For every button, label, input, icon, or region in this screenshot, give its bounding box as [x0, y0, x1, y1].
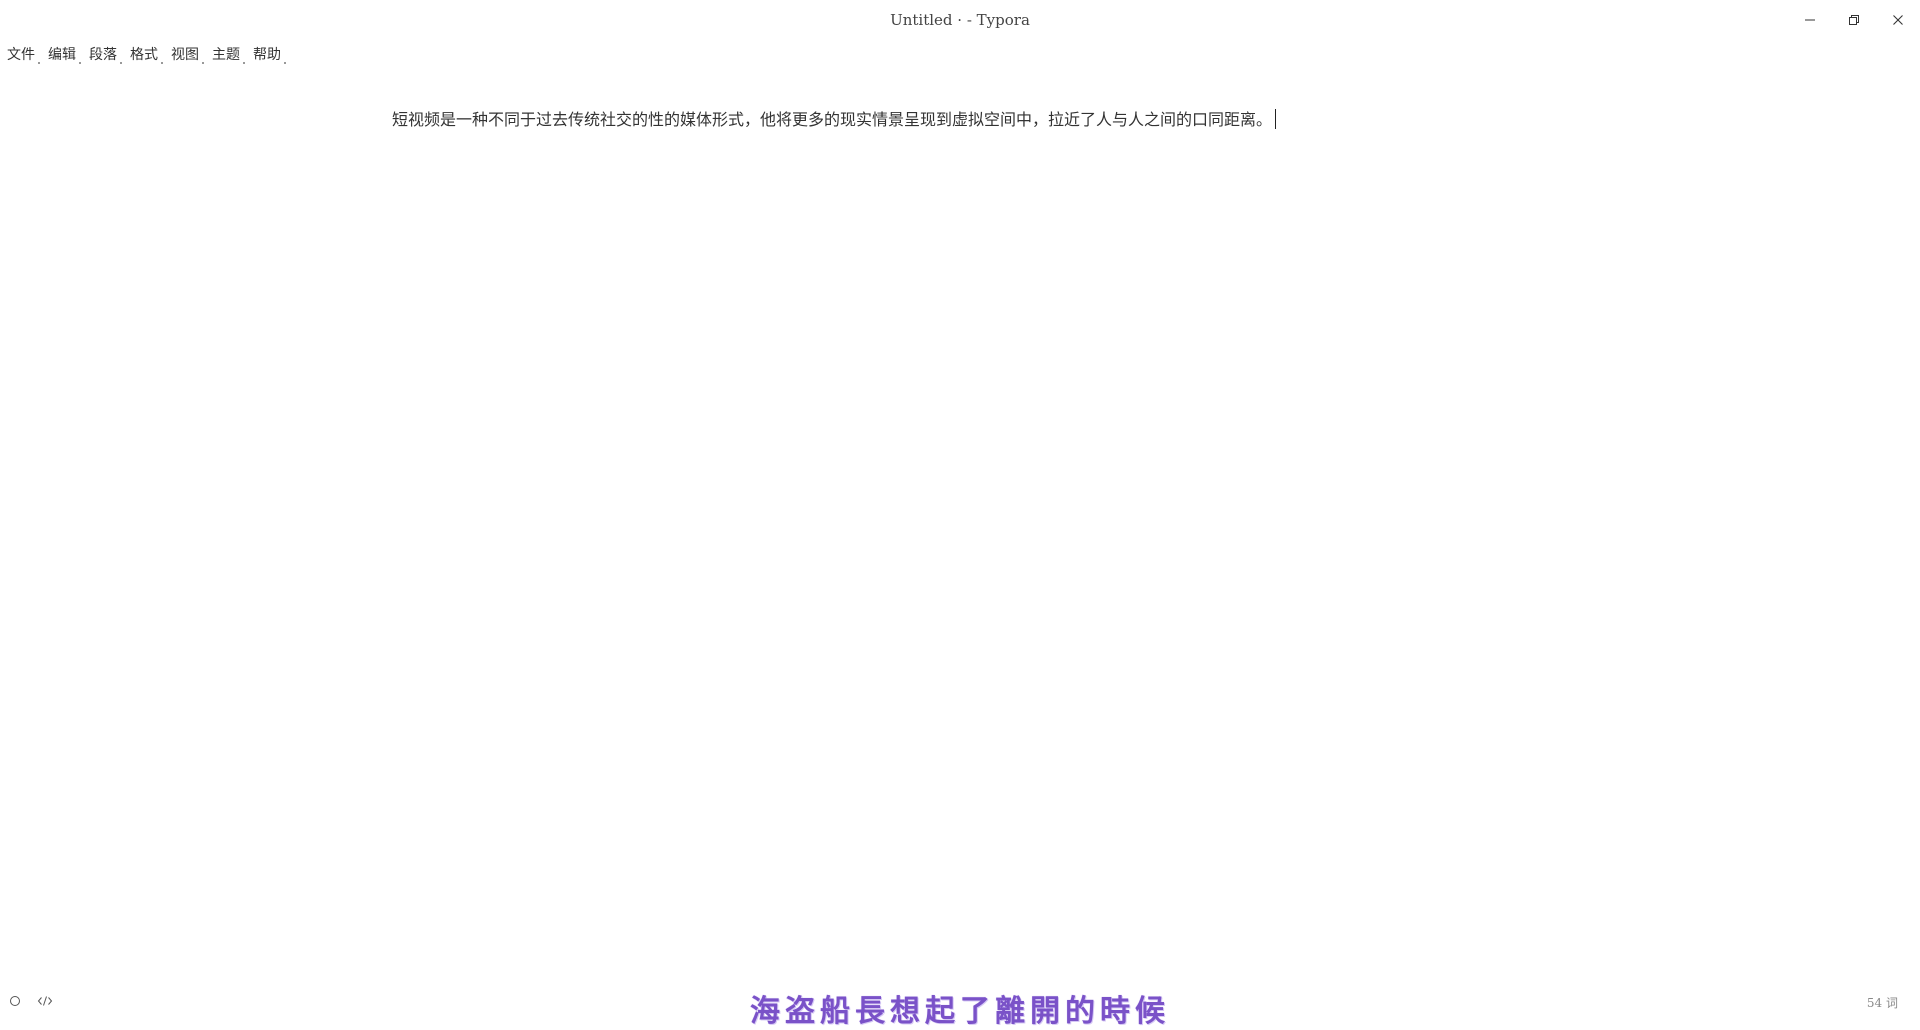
menu-edit[interactable]: 编辑 [47, 44, 88, 66]
menu-format[interactable]: 格式 [129, 44, 170, 66]
menu-help[interactable]: 帮助 [252, 44, 293, 66]
editor-area[interactable]: 短视频是一种不同于过去传统社交的性的媒体形式，他将更多的现实情景呈现到虚拟空间中… [392, 108, 1532, 132]
window-title: Untitled · - Typora [890, 11, 1030, 29]
menu-view[interactable]: 视图 [170, 44, 211, 66]
menu-paragraph[interactable]: 段落 [88, 44, 129, 66]
minimize-icon [1805, 19, 1815, 21]
close-button[interactable] [1876, 0, 1920, 40]
menu-theme[interactable]: 主题 [211, 44, 252, 66]
editor-paragraph[interactable]: 短视频是一种不同于过去传统社交的性的媒体形式，他将更多的现实情景呈现到虚拟空间中… [392, 108, 1532, 132]
restore-button[interactable] [1832, 0, 1876, 40]
text-caret [1275, 109, 1277, 129]
minimize-button[interactable] [1788, 0, 1832, 40]
paragraph-text: 短视频是一种不同于过去传统社交的性的媒体形式，他将更多的现实情景呈现到虚拟空间中… [392, 110, 1273, 129]
title-bar[interactable]: Untitled · - Typora [0, 0, 1920, 42]
window-controls [1788, 0, 1920, 42]
restore-icon [1849, 15, 1859, 25]
close-icon [1893, 15, 1903, 25]
menu-file[interactable]: 文件 [6, 44, 47, 66]
menu-bar: 文件 编辑 段落 格式 视图 主题 帮助 [6, 44, 293, 66]
video-subtitle-overlay: 海盗船長想起了離開的時候 [750, 994, 1170, 1029]
